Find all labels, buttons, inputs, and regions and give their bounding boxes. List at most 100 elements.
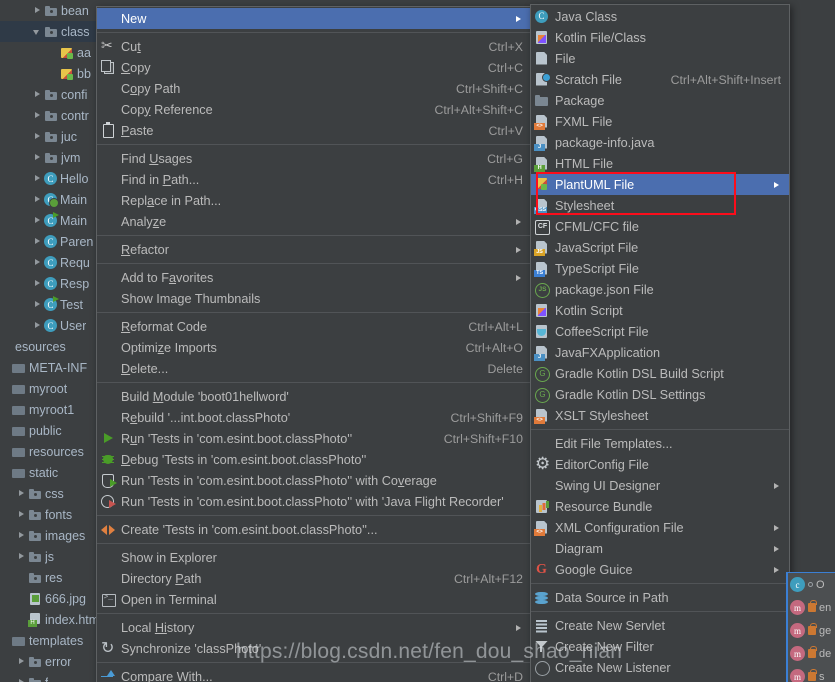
chevron-right-icon <box>769 564 781 576</box>
menu-item-add-to-favorites[interactable]: Add to Favorites <box>97 267 531 288</box>
menu-item-google-guice[interactable]: Google Guice <box>531 559 789 580</box>
menu-item-find-in-path[interactable]: Find in Path... Ctrl+H <box>97 169 531 190</box>
menu-item-create-new-servlet[interactable]: Create New Servlet <box>531 615 789 636</box>
menu-item-build-module-boot01hellword[interactable]: Build Module 'boot01hellword' <box>97 386 531 407</box>
menu-item-show-in-explorer[interactable]: Show in Explorer <box>97 547 531 568</box>
menu-item-create-new-filter[interactable]: Create New Filter <box>531 636 789 657</box>
menu-item-optimize-imports[interactable]: Optimize Imports Ctrl+Alt+O <box>97 337 531 358</box>
menu-item-cfml-cfc-file[interactable]: CFML/CFC file <box>531 216 789 237</box>
tree-expand-arrow[interactable] <box>32 299 43 310</box>
menu-item-html-file[interactable]: H HTML File <box>531 153 789 174</box>
menu-item-local-history[interactable]: Local History <box>97 617 531 638</box>
menu-item-package-json-file[interactable]: package.json File <box>531 279 789 300</box>
menu-item-editorconfig-file[interactable]: EditorConfig File <box>531 454 789 475</box>
completion-row[interactable]: cO <box>788 573 835 596</box>
menu-item-paste[interactable]: Paste Ctrl+V <box>97 120 531 141</box>
completion-row[interactable]: ms <box>788 665 835 682</box>
new-file-submenu[interactable]: Java Class Kotlin File/Class File Scratch F… <box>530 4 790 682</box>
menu-item-package[interactable]: Package <box>531 90 789 111</box>
menu-item-rebuild-int-boot-classphoto[interactable]: Rebuild '...int.boot.classPhoto' Ctrl+Shi… <box>97 407 531 428</box>
menu-item-create-new-listener[interactable]: Create New Listener <box>531 657 789 678</box>
tree-expand-arrow[interactable] <box>32 278 43 289</box>
project-view-context-menu[interactable]: New CutCtrl+XCopyCtrl+CCopy PathCtrl+Shif… <box>96 6 532 682</box>
menu-item-run-tests-in-com-esint-boot-classphoto[interactable]: Run 'Tests in 'com.esint.boot.classPhoto… <box>97 428 531 449</box>
folder-icon <box>28 676 42 682</box>
tree-expand-arrow[interactable] <box>16 488 27 499</box>
menu-item-plantuml-file[interactable]: PlantUML File <box>531 174 789 195</box>
menu-item-directory-path[interactable]: Directory Path Ctrl+Alt+F12 <box>97 568 531 589</box>
menu-item-javafxapplication[interactable]: J JavaFXApplication <box>531 342 789 363</box>
tree-expand-arrow[interactable] <box>32 26 43 37</box>
tree-expand-arrow[interactable] <box>16 656 27 667</box>
menu-item-edit-file-templates[interactable]: Edit File Templates... <box>531 433 789 454</box>
menu-item-xslt-stylesheet[interactable]: <> XSLT Stylesheet <box>531 405 789 426</box>
completion-row[interactable]: m ge <box>788 619 835 642</box>
menu-item-diagram[interactable]: Diagram <box>531 538 789 559</box>
menu-item-swing-ui-designer[interactable]: Swing UI Designer <box>531 475 789 496</box>
menu-item-typescript-file[interactable]: TS TypeScript File <box>531 258 789 279</box>
tree-expand-arrow[interactable] <box>32 236 43 247</box>
tree-expand-arrow[interactable] <box>16 509 27 520</box>
menu-item-shortcut: Delete <box>487 361 523 376</box>
menu-item-copy-path[interactable]: Copy Path Ctrl+Shift+C <box>97 78 531 99</box>
menu-item-kotlin-file-class[interactable]: Kotlin File/Class <box>531 27 789 48</box>
menu-item-coffeescript-file[interactable]: CoffeeScript File <box>531 321 789 342</box>
menu-item-stylesheet[interactable]: CSS Stylesheet <box>531 195 789 216</box>
menu-item-resource-bundle[interactable]: Resource Bundle <box>531 496 789 517</box>
tree-expand-arrow[interactable] <box>32 320 43 331</box>
menu-item-copy[interactable]: Copy Ctrl+C <box>97 57 531 78</box>
menu-item-create-tests-in-com-esint-boot-classphot[interactable]: Create 'Tests in 'com.esint.boot.classPh… <box>97 519 531 540</box>
menu-item-label: Local History <box>121 620 195 635</box>
completion-row[interactable]: m de <box>788 642 835 665</box>
menu-item-file[interactable]: File <box>531 48 789 69</box>
menu-item-compare-with[interactable]: Compare With... Ctrl+D <box>97 666 531 682</box>
menu-item-open-in-terminal[interactable]: Open in Terminal <box>97 589 531 610</box>
tree-expand-arrow[interactable] <box>32 257 43 268</box>
menu-item-analyze[interactable]: Analyze <box>97 211 531 232</box>
tree-expand-arrow[interactable] <box>32 89 43 100</box>
tree-expand-arrow[interactable] <box>32 173 43 184</box>
tree-expand-arrow[interactable] <box>32 215 43 226</box>
tree-expand-arrow[interactable] <box>16 530 27 541</box>
menu-item-new-http-request[interactable]: New HTTP Request <box>531 678 789 682</box>
servlet-icon-glyph <box>533 618 555 634</box>
menu-item-refactor[interactable]: Refactor <box>97 239 531 260</box>
menu-item-run-tests-in-com-esint-boot-classphoto-w[interactable]: Run 'Tests in 'com.esint.boot.classPhoto… <box>97 491 531 512</box>
menu-item-cut[interactable]: Cut Ctrl+X <box>97 36 531 57</box>
menu-item-kotlin-script[interactable]: Kotlin Script <box>531 300 789 321</box>
tree-expand-arrow[interactable] <box>32 5 43 16</box>
menu-item-package-info-java[interactable]: Jpackage-info.java <box>531 132 789 153</box>
menu-item-scratch-file[interactable]: Scratch File Ctrl+Alt+Shift+Insert <box>531 69 789 90</box>
tree-expand-arrow[interactable] <box>32 194 43 205</box>
menu-item-gradle-kotlin-dsl-build-script[interactable]: Gradle Kotlin DSL Build Script <box>531 363 789 384</box>
code-completion-popup[interactable]: c Om en m ge m de m s <box>786 572 835 682</box>
tree-item-label: myroot1 <box>29 402 75 417</box>
menu-item-label: Compare With... <box>121 669 213 682</box>
menu-item-fxml-file[interactable]: <> FXML File <box>531 111 789 132</box>
menu-item-java-class[interactable]: Java Class <box>531 6 789 27</box>
tree-expand-arrow[interactable] <box>32 110 43 121</box>
menu-item-xml-configuration-file[interactable]: <> XML Configuration File <box>531 517 789 538</box>
menu-item-run-tests-in-com-esint-boot-classphoto-w[interactable]: Run 'Tests in 'com.esint.boot.classPhoto… <box>97 470 531 491</box>
tree-expand-arrow[interactable] <box>16 551 27 562</box>
menu-item-label: Refactor <box>121 242 169 257</box>
menu-item-label: FXML File <box>555 114 613 129</box>
menu-item-find-usages[interactable]: Find Usages Ctrl+G <box>97 148 531 169</box>
menu-item-show-image-thumbnails[interactable]: Show Image Thumbnails <box>97 288 531 309</box>
menu-item-debug-tests-in-com-esint-boot-classphoto[interactable]: Debug 'Tests in 'com.esint.boot.classPho… <box>97 449 531 470</box>
menu-item-label: Create New Listener <box>555 660 671 675</box>
tree-expand-arrow[interactable] <box>32 131 43 142</box>
menu-item-data-source-in-path[interactable]: Data Source in Path <box>531 587 789 608</box>
tree-expand-arrow[interactable] <box>32 152 43 163</box>
menu-item-gradle-kotlin-dsl-settings[interactable]: Gradle Kotlin DSL Settings <box>531 384 789 405</box>
no-icon <box>99 193 121 209</box>
menu-item-new[interactable]: New <box>97 8 531 29</box>
menu-item-reformat-code[interactable]: Reformat Code Ctrl+Alt+L <box>97 316 531 337</box>
menu-item-copy-reference[interactable]: Copy Reference Ctrl+Alt+Shift+C <box>97 99 531 120</box>
menu-item-delete[interactable]: Delete... Delete <box>97 358 531 379</box>
completion-row[interactable]: m en <box>788 596 835 619</box>
menu-item-javascript-file[interactable]: JS JavaScript File <box>531 237 789 258</box>
menu-item-synchronize-classphoto[interactable]: Synchronize 'classPhoto' <box>97 638 531 659</box>
menu-item-replace-in-path[interactable]: Replace in Path... <box>97 190 531 211</box>
tree-expand-arrow[interactable] <box>16 677 27 682</box>
